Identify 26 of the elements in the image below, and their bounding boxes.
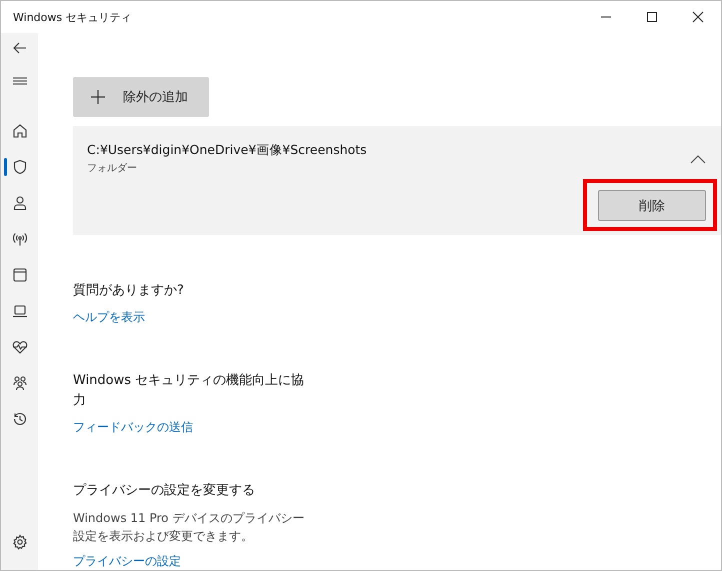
plus-icon [91,90,105,104]
add-exclusion-button[interactable]: 除外の追加 [73,77,209,117]
section-heading: Windows セキュリティの機能向上に協力 [73,372,306,410]
window-title: Windows セキュリティ [12,10,132,24]
home-icon [12,123,28,139]
exclusion-card[interactable]: C:¥Users¥digin¥OneDrive¥画像¥Screenshots フォルダー 削除 [73,126,721,235]
section-link[interactable]: プライバシーの設定 [73,553,181,570]
exclusion-type: フォルダー [87,162,138,175]
gear-icon [12,534,28,550]
back-icon [12,40,28,56]
section-text: Windows 11 Pro デバイスのプライバシー設定を表示および変更できます。 [73,510,306,545]
person-icon [12,195,28,211]
family-icon [12,375,28,391]
remove-button[interactable]: 削除 [598,190,706,221]
heart-icon [12,339,28,355]
section-heading: プライバシーの設定を変更する [73,482,255,500]
exclusion-path: C:¥Users¥digin¥OneDrive¥画像¥Screenshots [87,142,367,159]
shield-icon [12,159,28,175]
antenna-icon [12,231,28,247]
history-icon [12,411,28,427]
section-heading: 質問がありますか? [73,282,184,300]
chevron-icon[interactable] [690,154,706,164]
window-icon [12,267,28,283]
laptop-icon [12,303,28,319]
section-link[interactable]: フィードバックの送信 [73,419,193,436]
section-link[interactable]: ヘルプを表示 [73,309,145,326]
